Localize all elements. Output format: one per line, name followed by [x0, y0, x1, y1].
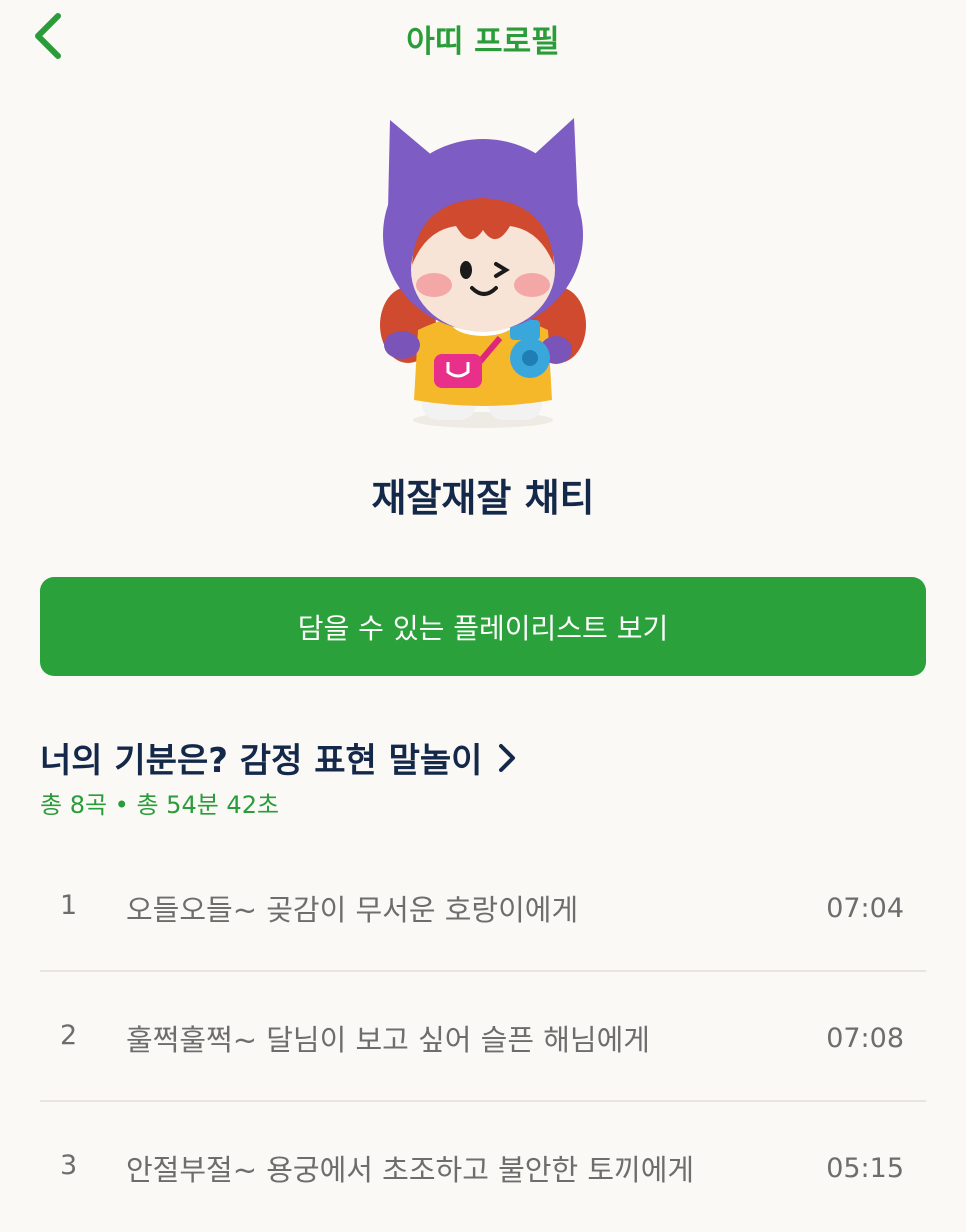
track-duration: 07:04 [826, 893, 904, 924]
track-row[interactable]: 1 오들오들~ 곶감이 무서운 호랑이에게 07:04 [40, 842, 926, 972]
view-playlist-button-label: 담을 수 있는 플레이리스트 보기 [297, 611, 669, 645]
chevron-right-icon [499, 743, 516, 772]
header: 아띠 프로필 [0, 0, 966, 80]
view-playlist-button[interactable]: 담을 수 있는 플레이리스트 보기 [40, 577, 926, 676]
track-number: 1 [60, 890, 78, 921]
section-meta: 총 8곡 • 총 54분 42초 [40, 791, 280, 819]
track-title: 안절부절~ 용궁에서 초조하고 불안한 토끼에게 [126, 1153, 695, 1187]
character-name: 재잘재잘 채티 [371, 476, 595, 520]
section-title: 너의 기분은? 감정 표현 말놀이 [40, 741, 483, 781]
track-list: 1 오들오들~ 곶감이 무서운 호랑이에게 07:04 2 훌쩍훌쩍~ 달님이 … [40, 842, 926, 1232]
track-row[interactable]: 2 훌쩍훌쩍~ 달님이 보고 싶어 슬픈 해님에게 07:08 [40, 972, 926, 1102]
character-illustration [360, 100, 606, 430]
track-row[interactable]: 3 안절부절~ 용궁에서 초조하고 불안한 토끼에게 05:15 [40, 1102, 926, 1232]
track-title: 오들오들~ 곶감이 무서운 호랑이에게 [126, 893, 579, 927]
track-title: 훌쩍훌쩍~ 달님이 보고 싶어 슬픈 해님에게 [126, 1023, 650, 1057]
track-number: 3 [60, 1150, 78, 1181]
page-title: 아띠 프로필 [406, 24, 560, 60]
track-duration: 07:08 [826, 1023, 904, 1054]
track-number: 2 [60, 1020, 78, 1051]
section-header-link[interactable]: 너의 기분은? 감정 표현 말놀이 [40, 733, 518, 782]
track-duration: 05:15 [826, 1153, 904, 1184]
